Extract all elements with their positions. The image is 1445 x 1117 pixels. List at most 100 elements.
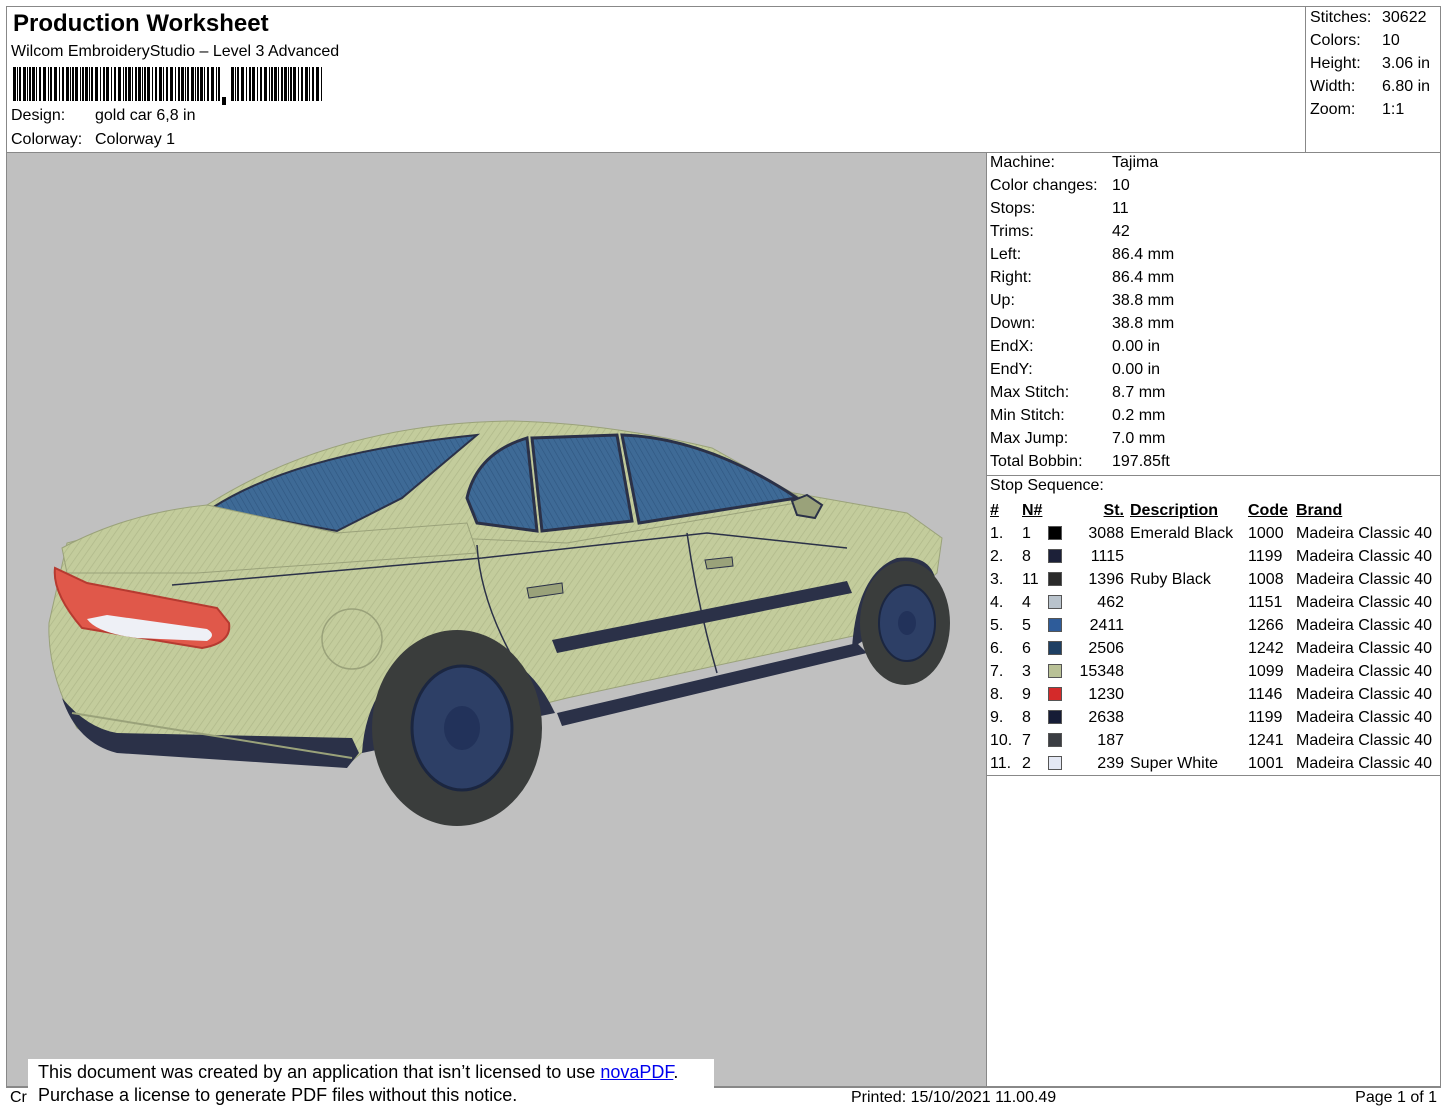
row-needle: 6 (1022, 639, 1031, 657)
stat-label: Stitches: (1310, 9, 1372, 26)
row-description (1130, 683, 1248, 706)
row-description: Ruby Black (1130, 570, 1211, 588)
thread-color-swatch (1048, 526, 1062, 541)
info-endx: EndX: 0.00 in (990, 338, 1160, 356)
info-up: Up: 38.8 mm (990, 292, 1174, 310)
row-swatch (1048, 568, 1074, 591)
divider (987, 775, 1440, 776)
info-total-bobbin: Total Bobbin: 197.85ft (990, 453, 1170, 471)
stat-stitches: Stitches: 30622 (1310, 9, 1427, 27)
row-code: 1099 (1248, 662, 1284, 680)
row-needle: 2 (1022, 754, 1031, 772)
table-row: 8. 9 1230 1146 Madeira Classic 40 (987, 683, 1442, 706)
row-index: 8. (990, 685, 1004, 703)
info-value: 7.0 mm (1112, 430, 1166, 447)
info-value: 42 (1112, 223, 1130, 240)
row-swatch (1048, 614, 1074, 637)
info-trims: Trims: 42 (990, 223, 1130, 241)
row-code: 1001 (1248, 754, 1284, 772)
table-row: 7. 3 15348 1099 Madeira Classic 40 (987, 660, 1442, 683)
row-index: 1. (990, 524, 1004, 542)
row-needle: 8 (1022, 708, 1031, 726)
row-description (1130, 637, 1248, 660)
col-header-code: Code (1248, 501, 1288, 519)
row-code: 1199 (1248, 708, 1283, 726)
info-label: EndX: (990, 338, 1034, 355)
col-header-index: # (990, 501, 999, 519)
row-description (1130, 614, 1248, 637)
row-swatch (1048, 683, 1074, 706)
design-preview (6, 152, 987, 1087)
row-index: 10. (990, 731, 1013, 749)
col-header-stitches: St. (1103, 501, 1124, 519)
row-brand: Madeira Classic 40 (1296, 708, 1433, 726)
info-color-changes: Color changes: 10 (990, 177, 1130, 195)
thread-color-swatch (1048, 664, 1062, 679)
row-description (1130, 706, 1248, 729)
row-needle: 7 (1022, 731, 1031, 749)
row-swatch (1048, 660, 1074, 683)
thread-color-swatch (1048, 549, 1062, 564)
row-needle: 3 (1022, 662, 1031, 680)
info-stops: Stops: 11 (990, 200, 1129, 218)
novapdf-link[interactable]: novaPDF (600, 1062, 673, 1082)
info-right: Right: 86.4 mm (990, 269, 1174, 287)
row-swatch (1048, 706, 1074, 729)
stat-label: Width: (1310, 78, 1356, 95)
stat-label: Colors: (1310, 32, 1361, 49)
row-needle: 9 (1022, 685, 1031, 703)
row-brand: Madeira Classic 40 (1296, 616, 1433, 634)
info-label: Min Stitch: (990, 407, 1065, 424)
stop-sequence-label: Stop Sequence: (990, 477, 1104, 494)
table-row: 10. 7 187 1241 Madeira Classic 40 (987, 729, 1442, 752)
design-value: gold car 6,8 in (95, 107, 196, 124)
info-value: Tajima (1112, 154, 1159, 171)
design-row: Design: gold car 6,8 in (11, 107, 196, 125)
stop-sequence-table: # N# St. Description Code Brand 1. 1 3088 E… (987, 499, 1442, 775)
info-label: Stops: (990, 200, 1036, 217)
colorway-label: Colorway: (11, 131, 83, 148)
row-code: 1199 (1248, 547, 1283, 565)
row-description: Emerald Black (1130, 524, 1234, 542)
row-stitches: 2411 (1089, 616, 1124, 634)
row-brand: Madeira Classic 40 (1296, 754, 1433, 772)
info-label: Total Bobbin: (990, 453, 1083, 470)
thread-color-swatch (1048, 756, 1062, 771)
col-header-brand: Brand (1296, 501, 1343, 519)
info-endy: EndY: 0.00 in (990, 361, 1160, 379)
row-brand: Madeira Classic 40 (1296, 731, 1433, 749)
row-swatch (1048, 591, 1074, 614)
info-value: 197.85ft (1112, 453, 1170, 470)
machine-info-panel: Machine: Tajima Color changes: 10 Stops: 11… (986, 152, 1441, 1087)
row-index: 6. (990, 639, 1004, 657)
info-machine: Machine: Tajima (990, 154, 1158, 172)
page-title: Production Worksheet (13, 10, 269, 37)
colorway-value: Colorway 1 (95, 131, 176, 148)
row-brand: Madeira Classic 40 (1296, 685, 1433, 703)
row-stitches: 187 (1097, 731, 1124, 749)
thread-color-swatch (1048, 733, 1062, 748)
divider (987, 475, 1440, 476)
footer-fragment: Cr (10, 1089, 27, 1106)
notice-line-1: This document was created by an applicat… (38, 1061, 714, 1084)
table-row: 6. 6 2506 1242 Madeira Classic 40 (987, 637, 1442, 660)
row-code: 1146 (1248, 685, 1283, 703)
design-label: Design: (11, 107, 66, 124)
stat-zoom: Zoom: 1:1 (1310, 101, 1404, 119)
col-header-description: Description (1130, 501, 1219, 519)
design-stats-box: Stitches: 30622 Colors: 10 Height: 3.06 in … (1305, 7, 1440, 152)
row-brand: Madeira Classic 40 (1296, 662, 1433, 680)
colorway-row: Colorway: Colorway 1 (11, 131, 175, 149)
row-code: 1266 (1248, 616, 1284, 634)
table-row: 4. 4 462 1151 Madeira Classic 40 (987, 591, 1442, 614)
row-description (1130, 545, 1248, 568)
row-needle: 1 (1022, 524, 1031, 542)
info-left: Left: 86.4 mm (990, 246, 1174, 264)
row-needle: 4 (1022, 593, 1031, 611)
row-brand: Madeira Classic 40 (1296, 639, 1433, 657)
thread-color-swatch (1048, 687, 1062, 702)
row-description (1130, 729, 1248, 752)
stat-label: Zoom: (1310, 101, 1356, 118)
info-value: 38.8 mm (1112, 292, 1175, 309)
table-row: 2. 8 1115 1199 Madeira Classic 40 (987, 545, 1442, 568)
